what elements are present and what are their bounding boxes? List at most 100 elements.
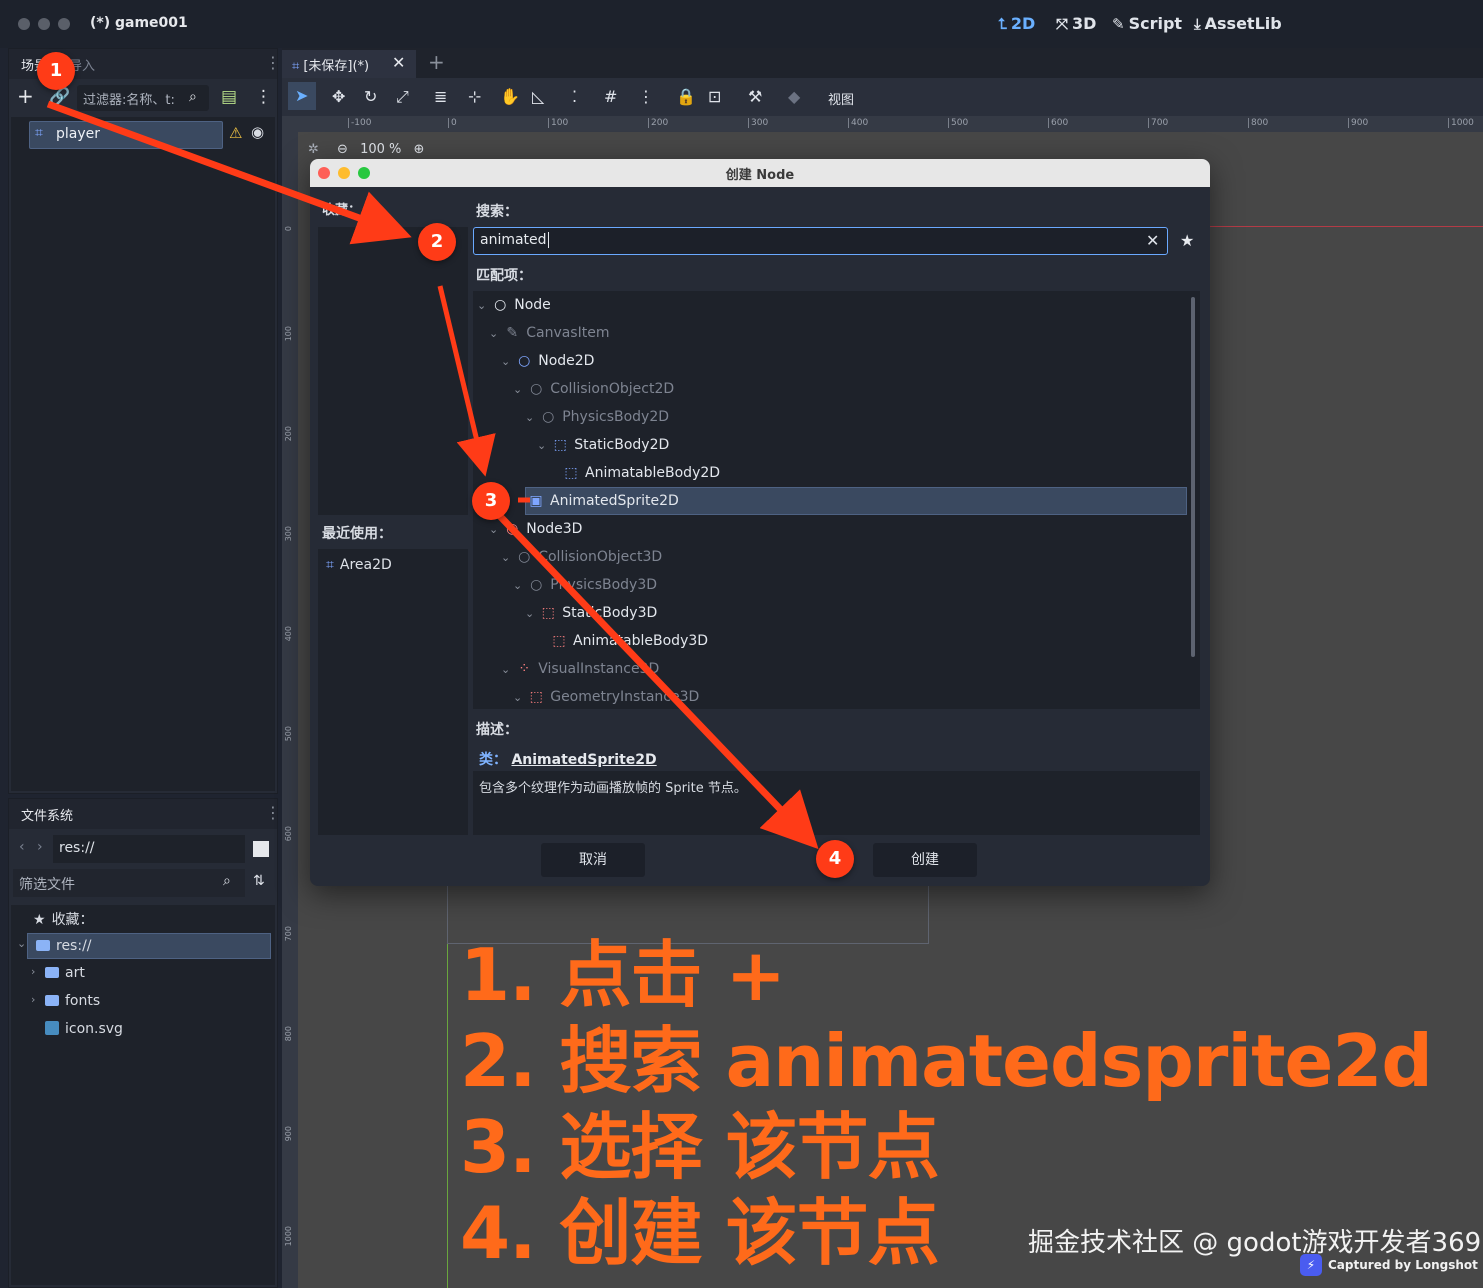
script-icon: ✎ xyxy=(1112,15,1125,33)
close-tab-icon[interactable]: ✕ xyxy=(392,53,405,72)
chevron-down-icon[interactable]: ⌄ xyxy=(17,937,26,950)
tree-row-animatablebody3d[interactable]: ⬚ AnimatableBody3D xyxy=(473,627,1200,655)
chevron-right-icon[interactable]: › xyxy=(31,993,35,1006)
warning-icon[interactable]: ⚠ xyxy=(229,124,242,142)
zoom-level[interactable]: 100 % xyxy=(360,142,401,157)
new-tab-icon[interactable]: + xyxy=(428,50,445,74)
tree-row-collisionobject3d[interactable]: ⌄ ○ CollisionObject3D xyxy=(473,543,1200,571)
scale-tool-icon[interactable]: ⤢ xyxy=(396,87,409,107)
description-box: 类： AnimatedSprite2D 包含多个纹理作为动画播放帧的 Sprit… xyxy=(473,745,1200,835)
chevron-down-icon: ⌄ xyxy=(525,411,535,424)
fs-favorites: ★ 收藏： xyxy=(33,912,94,928)
pivot-tool-icon[interactable]: ⊹ xyxy=(468,87,481,106)
zoom-in-icon[interactable]: ⊕ xyxy=(414,142,425,157)
group-icon[interactable]: ⊡ xyxy=(708,87,721,106)
staticbody3d-icon: ⬚ xyxy=(541,605,555,621)
recent-label: 最近使用： xyxy=(322,526,392,542)
tree-row-animatablebody2d[interactable]: ⬚ AnimatableBody2D xyxy=(473,459,1200,487)
tree-row-node[interactable]: ⌄ ○ Node xyxy=(473,291,1200,319)
description-text: 包含多个纹理作为动画播放帧的 Sprite 节点。 xyxy=(479,781,747,796)
back-arrow-icon[interactable]: ‹ xyxy=(19,839,25,855)
tree-scrollbar[interactable] xyxy=(1191,297,1195,657)
mode-3d-button[interactable]: ⤧ 3D xyxy=(1056,14,1096,33)
ruler-tick-label: 600 xyxy=(284,826,293,842)
add-node-icon[interactable]: + xyxy=(17,84,34,108)
fs-filter-input[interactable]: 筛选文件 xyxy=(13,869,245,897)
instance-scene-icon[interactable]: ▤ xyxy=(221,87,237,107)
tree-row-staticbody3d[interactable]: ⌄ ⬚ StaticBody3D xyxy=(473,599,1200,627)
fs-item-icon-svg[interactable]: icon.svg xyxy=(45,1021,123,1037)
tree-row-node2d[interactable]: ⌄ ○ Node2D xyxy=(473,347,1200,375)
tree-row-node3d[interactable]: ⌄ ○ Node3D xyxy=(473,515,1200,543)
staticbody2d-icon: ⬚ xyxy=(553,437,567,453)
snap-options-icon[interactable]: ⋮ xyxy=(638,87,654,106)
favorite-star-icon[interactable]: ★ xyxy=(1180,231,1194,250)
smart-snap-icon[interactable]: ⁚ xyxy=(572,87,577,106)
chevron-right-icon[interactable]: › xyxy=(31,965,35,978)
ruler-tick-label: 100 xyxy=(284,326,293,342)
dock-menu-icon[interactable]: ⋮ xyxy=(265,53,281,72)
tab-filesystem[interactable]: 文件系统 xyxy=(21,805,73,824)
center-view-icon[interactable]: ✲ xyxy=(308,142,319,157)
tree-row-staticbody2d[interactable]: ⌄ ⬚ StaticBody2D xyxy=(473,431,1200,459)
scene-dock: 场景 导入 ⋮ + 🔗 过滤器:名称、t: ⌕ ▤ ⋮ ⌗ player ⚠ ◉ xyxy=(8,48,281,794)
list-select-icon[interactable]: ≣ xyxy=(434,87,447,106)
pan-tool-icon[interactable]: ✋ xyxy=(500,87,520,106)
ruler-tick-label: 500 xyxy=(948,118,968,128)
mode-2d-button[interactable]: ⮤ 2D xyxy=(998,14,1035,33)
tab-unsaved-scene[interactable]: ⌗ [未保存](*) ✕ xyxy=(282,50,416,78)
tree-row-geometryinstance3d[interactable]: ⌄ ⬚ GeometryInstance3D xyxy=(473,683,1200,709)
view-menu[interactable]: 视图 xyxy=(828,89,854,108)
fs-item-fonts[interactable]: fonts xyxy=(45,993,100,1009)
ruler-tick-label: 400 xyxy=(284,626,293,642)
create-node-dialog: 创建 Node 收藏： 最近使用： ⌗ Area2D 搜索： animated ✕… xyxy=(310,159,1210,886)
scene-menu-icon[interactable]: ⋮ xyxy=(255,87,272,107)
close-window-dot[interactable] xyxy=(18,18,30,30)
tree-row-canvasitem[interactable]: ⌄ ✎ CanvasItem xyxy=(473,319,1200,347)
grid-snap-icon[interactable]: # xyxy=(604,87,617,106)
search-input[interactable]: animated xyxy=(473,227,1168,255)
search-icon: ⌕ xyxy=(189,89,197,105)
ruler-tool-icon[interactable]: ◺ xyxy=(532,87,544,106)
ruler-tick-label: 200 xyxy=(648,118,668,128)
sort-icon[interactable]: ⇅ xyxy=(253,873,265,889)
editor-toolbar: ➤ ✥ ↻ ⤢ ≣ ⊹ ✋ ◺ ⁚ # ⋮ 🔒 ⊡ ⚒ ◆ 视图 xyxy=(282,78,1483,116)
lock-icon[interactable]: 🔒 xyxy=(676,87,696,106)
tree-row-physicsbody3d[interactable]: ⌄ ○ PhysicsBody3D xyxy=(473,571,1200,599)
override-camera-icon[interactable]: ◆ xyxy=(788,87,800,106)
scene-node-player[interactable]: ⌗ player xyxy=(29,121,223,149)
link-icon[interactable]: 🔗 xyxy=(49,87,70,107)
class-link[interactable]: AnimatedSprite2D xyxy=(511,752,656,768)
mode-assetlib-button[interactable]: ⤓ AssetLib xyxy=(1194,14,1282,33)
folder-icon xyxy=(45,995,59,1006)
zoom-out-icon[interactable]: ⊖ xyxy=(337,142,348,157)
cancel-button[interactable]: 取消 xyxy=(541,843,645,877)
minimize-window-dot[interactable] xyxy=(38,18,50,30)
fs-path-input[interactable]: res:// xyxy=(53,835,245,863)
fs-menu-icon[interactable]: ⋮ xyxy=(265,803,281,822)
tree-row-visualinstance3d[interactable]: ⌄ ⁘ VisualInstance3D xyxy=(473,655,1200,683)
fs-item-art[interactable]: art xyxy=(45,965,85,981)
ruler-tick-label: 400 xyxy=(848,118,868,128)
bone-icon[interactable]: ⚒ xyxy=(748,87,762,106)
tree-row-collisionobject2d[interactable]: ⌄ ○ CollisionObject2D xyxy=(473,375,1200,403)
matches-label: 匹配项： xyxy=(476,268,532,284)
rotate-tool-icon[interactable]: ↻ xyxy=(364,87,377,106)
move-tool-icon[interactable]: ✥ xyxy=(332,87,345,106)
instruction-step-4: 4. 创建 该节点 xyxy=(460,1191,940,1275)
create-button[interactable]: 创建 xyxy=(873,843,977,877)
description-label: 描述： xyxy=(476,722,518,738)
layout-toggle-icon[interactable] xyxy=(253,841,269,857)
mode-script-button[interactable]: ✎ Script xyxy=(1112,14,1182,33)
forward-arrow-icon[interactable]: › xyxy=(37,839,43,855)
fs-item-res[interactable]: res:// xyxy=(27,933,271,959)
tree-row-physicsbody2d[interactable]: ⌄ ○ PhysicsBody2D xyxy=(473,403,1200,431)
recent-item-area2d[interactable]: ⌗ Area2D xyxy=(326,557,392,573)
select-tool-icon[interactable]: ➤ xyxy=(288,82,316,110)
maximize-window-dot[interactable] xyxy=(58,18,70,30)
visibility-eye-icon[interactable]: ◉ xyxy=(251,123,264,141)
visualinstance3d-icon: ⁘ xyxy=(518,661,531,677)
tree-row-animatedsprite2d[interactable]: ▣ AnimatedSprite2D xyxy=(525,487,1187,515)
chevron-down-icon: ⌄ xyxy=(513,383,523,396)
clear-search-icon[interactable]: ✕ xyxy=(1146,231,1159,250)
